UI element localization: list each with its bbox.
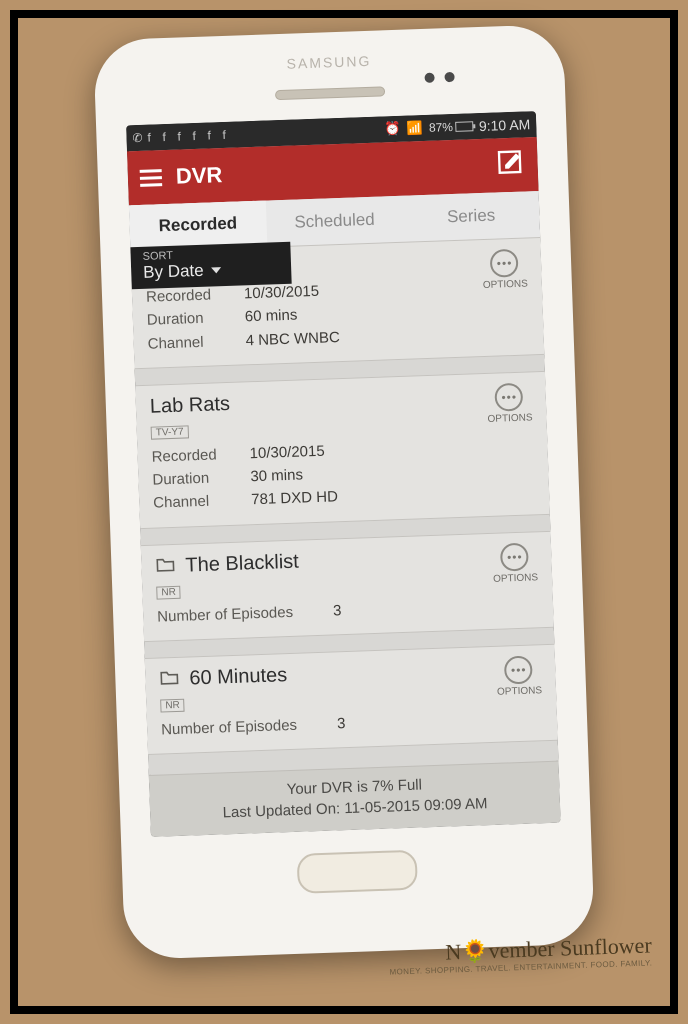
page-title: DVR — [175, 162, 222, 190]
battery-text: 87% — [429, 119, 454, 134]
facebook-icon: f — [177, 129, 184, 143]
facebook-icon: f — [162, 129, 169, 143]
tab-series[interactable]: Series — [402, 191, 540, 242]
options-button[interactable]: ••• OPTIONS — [496, 654, 542, 697]
recording-list[interactable]: ••• OPTIONS Recorded10/30/2015 Duration6… — [130, 237, 558, 774]
rating-badge: NR — [160, 698, 185, 712]
recording-title: Lab Rats — [150, 392, 231, 418]
status-clock: 9:10 AM — [479, 116, 531, 134]
sort-dropdown[interactable]: SORT By Date — [130, 241, 291, 289]
recording-title: The Blacklist — [185, 550, 299, 577]
rating-badge: NR — [156, 585, 181, 599]
wifi-icon: 📶 — [406, 120, 423, 137]
alarm-icon: ⏰ — [384, 120, 401, 137]
options-button[interactable]: ••• OPTIONS — [492, 541, 538, 584]
compose-icon — [495, 146, 526, 177]
more-icon: ••• — [495, 382, 524, 411]
sort-value: By Date — [143, 260, 204, 282]
folder-icon — [155, 555, 176, 577]
phone-speaker — [275, 86, 385, 100]
battery-indicator: 87% — [429, 119, 473, 135]
more-icon: ••• — [504, 655, 533, 684]
phone-screen: ✆ f f f f f f ⏰ 📶 87% 9:10 AM DVR — [126, 111, 561, 837]
facebook-icon: f — [147, 130, 154, 144]
facebook-icon: f — [192, 128, 199, 142]
recording-title: 60 Minutes — [189, 663, 288, 689]
list-item[interactable]: ••• OPTIONS The Blacklist NR Number of E… — [141, 530, 554, 641]
list-item[interactable]: ••• OPTIONS 60 Minutes NR Number of Epis… — [145, 643, 558, 754]
phone-body: SAMSUNG ✆ f f f f f f ⏰ 📶 87% 9:10 — [93, 24, 595, 960]
status-notification-icons: ✆ f f f f f f — [132, 127, 229, 144]
phone-brand: SAMSUNG — [286, 52, 371, 71]
tab-scheduled[interactable]: Scheduled — [265, 195, 403, 246]
options-button[interactable]: ••• OPTIONS — [482, 248, 528, 291]
more-icon: ••• — [500, 542, 529, 571]
folder-icon — [159, 668, 180, 690]
compose-button[interactable] — [495, 146, 526, 182]
dropdown-icon — [212, 267, 222, 273]
phone-sensors — [424, 71, 454, 82]
rating-badge: TV-Y7 — [151, 425, 189, 439]
more-icon: ••• — [490, 248, 519, 277]
facebook-icon: f — [222, 127, 229, 141]
home-button[interactable] — [297, 849, 418, 893]
phone-icon: ✆ — [132, 130, 139, 144]
menu-button[interactable] — [139, 164, 162, 190]
facebook-icon: f — [207, 128, 214, 142]
list-item[interactable]: ••• OPTIONS Lab Rats TV-Y7 Recorded10/30… — [135, 370, 550, 528]
options-button[interactable]: ••• OPTIONS — [486, 382, 532, 425]
